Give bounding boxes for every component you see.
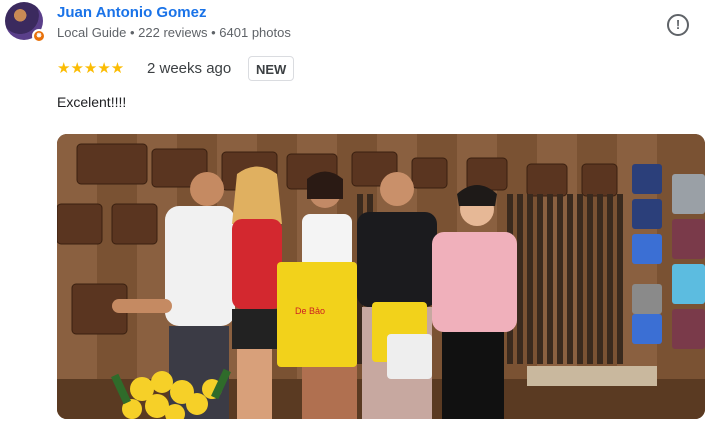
new-badge: NEW	[248, 56, 295, 81]
review-text: Excelent!!!!	[57, 94, 127, 110]
reviewer-avatar[interactable]: ✸	[5, 2, 46, 43]
review-date: 2 weeks ago	[147, 60, 232, 77]
star-rating: ★★★★★	[57, 60, 125, 77]
report-flag-icon[interactable]: !	[667, 14, 689, 36]
review-photo[interactable]: De Bảo	[57, 134, 705, 419]
reviewer-name-link[interactable]: Juan Antonio Gomez	[57, 4, 206, 21]
local-guide-badge-icon: ✸	[32, 29, 46, 43]
bag-brand-text: De Bảo	[295, 306, 325, 316]
reviewer-meta: Local Guide • 222 reviews • 6401 photos	[57, 25, 291, 40]
